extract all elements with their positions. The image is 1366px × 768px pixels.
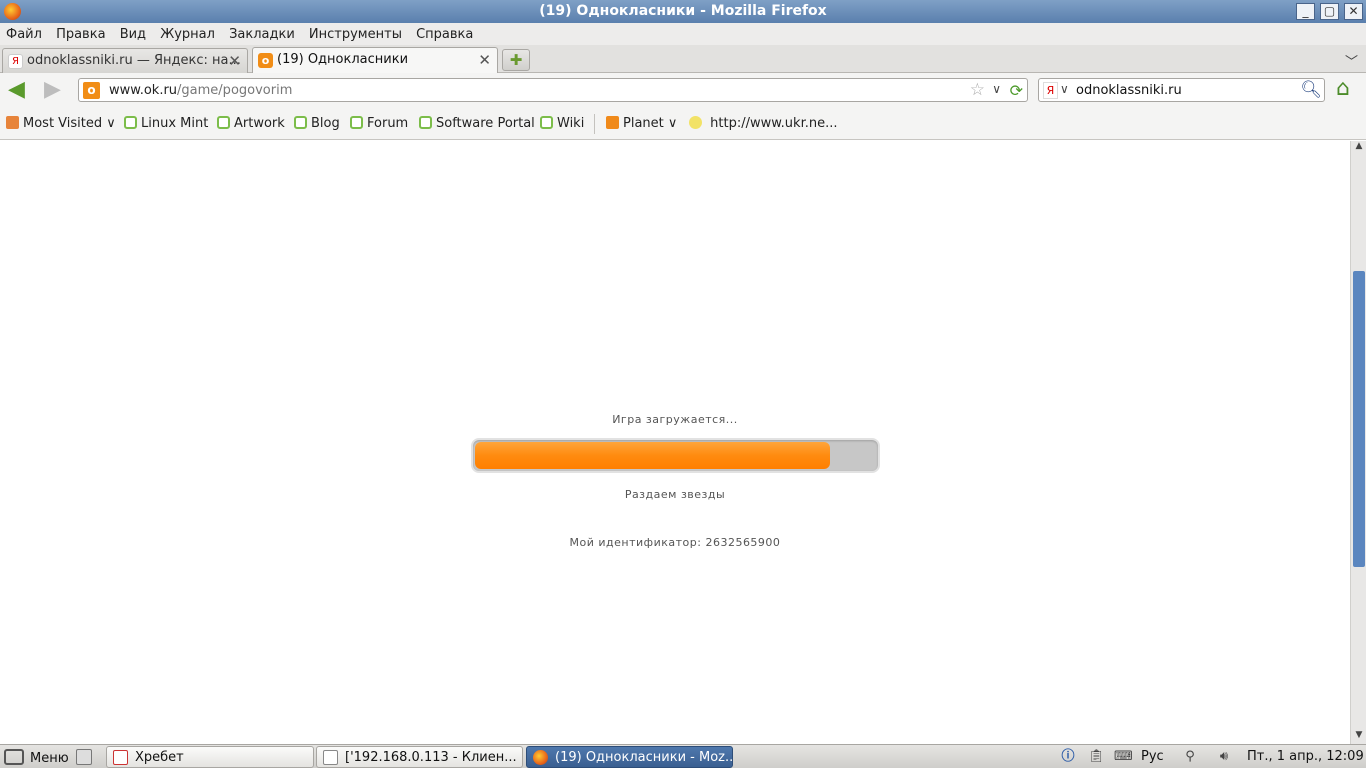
mint-icon — [217, 116, 230, 129]
menu-bookmarks[interactable]: Закладки — [229, 23, 295, 42]
tab-bar: Я odnoklassniki.ru — Яндекс: на... ✕ о (… — [0, 45, 1366, 74]
loading-status-label: Раздаем звезды — [624, 488, 726, 501]
menu-history[interactable]: Журнал — [160, 23, 215, 42]
site-identity-icon[interactable]: о — [83, 82, 100, 99]
taskbar-window-firefox[interactable]: (19) Однокласники - Moz... — [526, 746, 733, 768]
menu-bar: Файл Правка Вид Журнал Закладки Инструме… — [0, 23, 1366, 45]
chevron-down-icon: ∨ — [667, 116, 678, 131]
window-titlebar[interactable]: (19) Однокласники - Mozilla Firefox _ ▢ … — [0, 0, 1366, 23]
chevron-down-icon: ∨ — [106, 116, 116, 131]
bookmark-linux-mint[interactable]: Linux Mint — [124, 116, 208, 131]
bookmark-ukr-net[interactable]: http://www.ukr.ne... — [689, 116, 838, 131]
firefox-icon — [533, 750, 548, 765]
new-tab-button[interactable]: ✚ — [502, 49, 530, 71]
close-window-button[interactable]: ✕ — [1344, 3, 1363, 20]
minimize-button[interactable]: _ — [1296, 3, 1315, 20]
bookmark-forum[interactable]: Forum — [350, 116, 408, 131]
menu-help[interactable]: Справка — [416, 23, 473, 42]
game-loading-label: Игра загружается... — [612, 413, 738, 426]
ukr-net-icon — [689, 116, 702, 129]
clock[interactable]: Пт., 1 апр., 12:09 — [1247, 749, 1364, 764]
mint-icon — [294, 116, 307, 129]
vertical-scrollbar[interactable]: ▲ ▼ — [1350, 141, 1366, 744]
window-title: (19) Однокласники - Mozilla Firefox — [539, 3, 827, 19]
scrollbar-thumb[interactable] — [1353, 271, 1365, 567]
taskbar-window-client[interactable]: ['192.168.0.113 - Клиен... — [316, 746, 523, 768]
tab-odnoklassniki[interactable]: о (19) Однокласники ✕ — [252, 47, 498, 74]
tab-label: (19) Однокласники — [277, 52, 409, 67]
menu-edit[interactable]: Правка — [56, 23, 105, 42]
bookmark-planet[interactable]: Planet ∨ — [606, 116, 677, 131]
info-icon[interactable]: ⓘ — [1060, 749, 1076, 765]
forward-button[interactable]: ▶ — [44, 79, 61, 101]
reload-icon[interactable]: ⟳ — [1010, 81, 1023, 100]
scroll-up-icon[interactable]: ▲ — [1351, 141, 1366, 155]
bookmark-artwork[interactable]: Artwork — [217, 116, 285, 131]
keyboard-icon[interactable]: ⌨ — [1114, 749, 1133, 765]
tab-label: odnoklassniki.ru — Яндекс: на... — [27, 53, 241, 68]
menu-view[interactable]: Вид — [120, 23, 146, 42]
menu-tools[interactable]: Инструменты — [309, 23, 402, 42]
close-tab-icon[interactable]: ✕ — [478, 51, 491, 69]
tab-yandex[interactable]: Я odnoklassniki.ru — Яндекс: на... ✕ — [2, 48, 248, 73]
user-id-label: Мой идентификатор: 2632565900 — [569, 536, 781, 549]
taskbar: Меню Хребет ['192.168.0.113 - Клиен... (… — [0, 744, 1366, 768]
keyboard-layout-indicator[interactable]: Рус — [1141, 749, 1164, 764]
bookmark-software-portal[interactable]: Software Portal — [419, 116, 535, 131]
mint-icon — [540, 116, 553, 129]
search-input[interactable]: odnoklassniki.ru — [1076, 83, 1182, 98]
show-desktop-icon[interactable] — [76, 749, 92, 765]
bookmark-most-visited[interactable]: Most Visited ∨ — [6, 116, 116, 131]
mint-icon — [350, 116, 363, 129]
menu-file[interactable]: Файл — [6, 23, 42, 42]
mint-icon — [419, 116, 432, 129]
clipboard-icon[interactable]: 📋︎ — [1088, 749, 1105, 765]
taskbar-window-solitaire[interactable]: Хребет — [106, 746, 314, 768]
bookmark-blog[interactable]: Blog — [294, 116, 340, 131]
loading-progress-bar — [471, 438, 880, 473]
search-bar[interactable]: Я ∨ odnoklassniki.ru 🔍︎ — [1038, 78, 1325, 102]
search-icon[interactable]: 🔍︎ — [1300, 80, 1322, 100]
bookmark-star-icon[interactable]: ☆ — [970, 80, 985, 100]
most-visited-icon — [6, 116, 19, 129]
solitaire-icon — [113, 750, 128, 765]
scroll-down-icon[interactable]: ▼ — [1351, 730, 1366, 744]
url-text[interactable]: www.ok.ru/game/pogovorim — [109, 83, 292, 98]
close-tab-icon[interactable]: ✕ — [228, 52, 241, 70]
bookmark-wiki[interactable]: Wiki — [540, 116, 584, 131]
volume-icon[interactable]: 🔊︎ — [1216, 749, 1232, 765]
start-menu-button[interactable]: Меню — [4, 749, 69, 766]
yandex-icon: Я — [8, 54, 23, 69]
network-icon[interactable]: ⚲ — [1182, 749, 1198, 765]
bookmarks-toolbar: Most Visited ∨ Linux Mint Artwork Blog F… — [0, 107, 1366, 140]
rss-icon — [606, 116, 619, 129]
page-content: Игра загружается... Раздаем звезды Мой и… — [0, 141, 1350, 744]
maximize-button[interactable]: ▢ — [1320, 3, 1339, 20]
bookmarks-separator — [594, 114, 595, 134]
mint-icon — [124, 116, 137, 129]
yandex-search-engine-icon[interactable]: Я — [1043, 82, 1058, 99]
loading-progress-fill — [475, 442, 830, 469]
back-button[interactable]: ◀ — [8, 79, 25, 101]
odnoklassniki-icon: о — [258, 53, 273, 68]
tab-list-chevron-icon[interactable]: ﹀ — [1345, 51, 1358, 70]
search-engine-dropdown-icon[interactable]: ∨ — [1060, 82, 1069, 96]
window-icon — [323, 750, 338, 765]
navigation-bar: ◀ ▶ о www.ok.ru/game/pogovorim ☆ ∨ ⟳ Я ∨… — [0, 73, 1366, 107]
url-history-dropdown-icon[interactable]: ∨ — [992, 82, 1001, 96]
home-icon[interactable]: ⌂ — [1336, 78, 1360, 102]
url-bar[interactable]: о www.ok.ru/game/pogovorim ☆ ∨ ⟳ — [78, 78, 1028, 102]
mint-menu-icon — [4, 749, 24, 765]
